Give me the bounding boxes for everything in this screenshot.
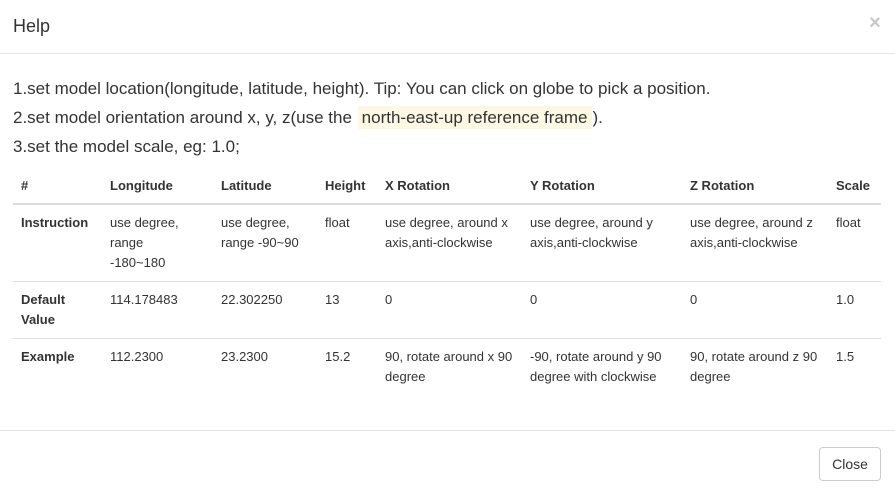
table-cell: 112.2300 [102,338,213,395]
help-dialog: Help × 1.set model location(longitude, l… [0,0,895,492]
table-cell: 1.0 [828,281,881,339]
table-cell: float [836,215,861,230]
reference-frame-highlight: north-east-up reference frame [357,106,592,129]
table-cell: use degree, around y axis,anti-clockwise [530,215,653,250]
table-cell: 90, rotate around x 90 degree [377,338,522,395]
table-row-instruction: Instruction use degree, range -180~180 u… [13,204,881,282]
step-2-text-end: ). [592,108,603,127]
table-cell: use degree, range -90~90 [221,215,299,250]
table-cell: 114.178483 [102,281,213,339]
table-cell: use degree, range -180~180 [110,215,179,270]
table-cell: 0 [682,281,828,339]
column-header-y-rotation: Y Rotation [522,172,682,205]
row-label: Default Value [13,281,102,339]
column-header-height: Height [317,172,377,205]
column-header-z-rotation: Z Rotation [682,172,828,205]
table-cell: 13 [317,281,377,339]
table-cell: use degree, around x axis,anti-clockwise [385,215,508,250]
table-cell: 1.5 [828,338,881,395]
table-row-example: Example 112.2300 23.2300 15.2 90, rotate… [13,338,881,395]
column-header-latitude: Latitude [213,172,317,205]
table-header-row: # Longitude Latitude Height X Rotation Y… [13,172,881,205]
table-cell: 22.302250 [213,281,317,339]
table-cell: 0 [377,281,522,339]
column-header-scale: Scale [828,172,881,205]
close-icon[interactable]: × [867,12,883,34]
dialog-title: Help [13,16,51,36]
column-header-x-rotation: X Rotation [377,172,522,205]
column-header-hash: # [13,172,102,205]
dialog-header: Help × [0,0,895,54]
step-2-text: 2.set model orientation around x, y, z(u… [13,108,352,127]
row-label: Instruction [21,215,89,230]
instruction-step-1: 1.set model location(longitude, latitude… [13,79,711,98]
instruction-step-3: 3.set the model scale, eg: 1.0; [13,137,240,156]
table-cell: use degree, around z axis,anti-clockwise [690,215,813,250]
table-cell: 23.2300 [213,338,317,395]
column-header-longitude: Longitude [102,172,213,205]
table-cell: 90, rotate around z 90 degree [682,338,828,395]
table-cell: float [325,215,350,230]
instruction-step-2: 2.set model orientation around x, y, z(u… [13,106,603,129]
row-label: Example [13,338,102,395]
table-cell: 15.2 [317,338,377,395]
close-button[interactable]: Close [819,447,881,481]
table-cell: 0 [522,281,682,339]
table-row-default-value: Default Value 114.178483 22.302250 13 0 … [13,281,881,339]
dialog-footer: Close [0,430,895,492]
parameter-table: # Longitude Latitude Height X Rotation Y… [13,172,881,395]
table-cell: -90, rotate around y 90 degree with cloc… [522,338,682,395]
